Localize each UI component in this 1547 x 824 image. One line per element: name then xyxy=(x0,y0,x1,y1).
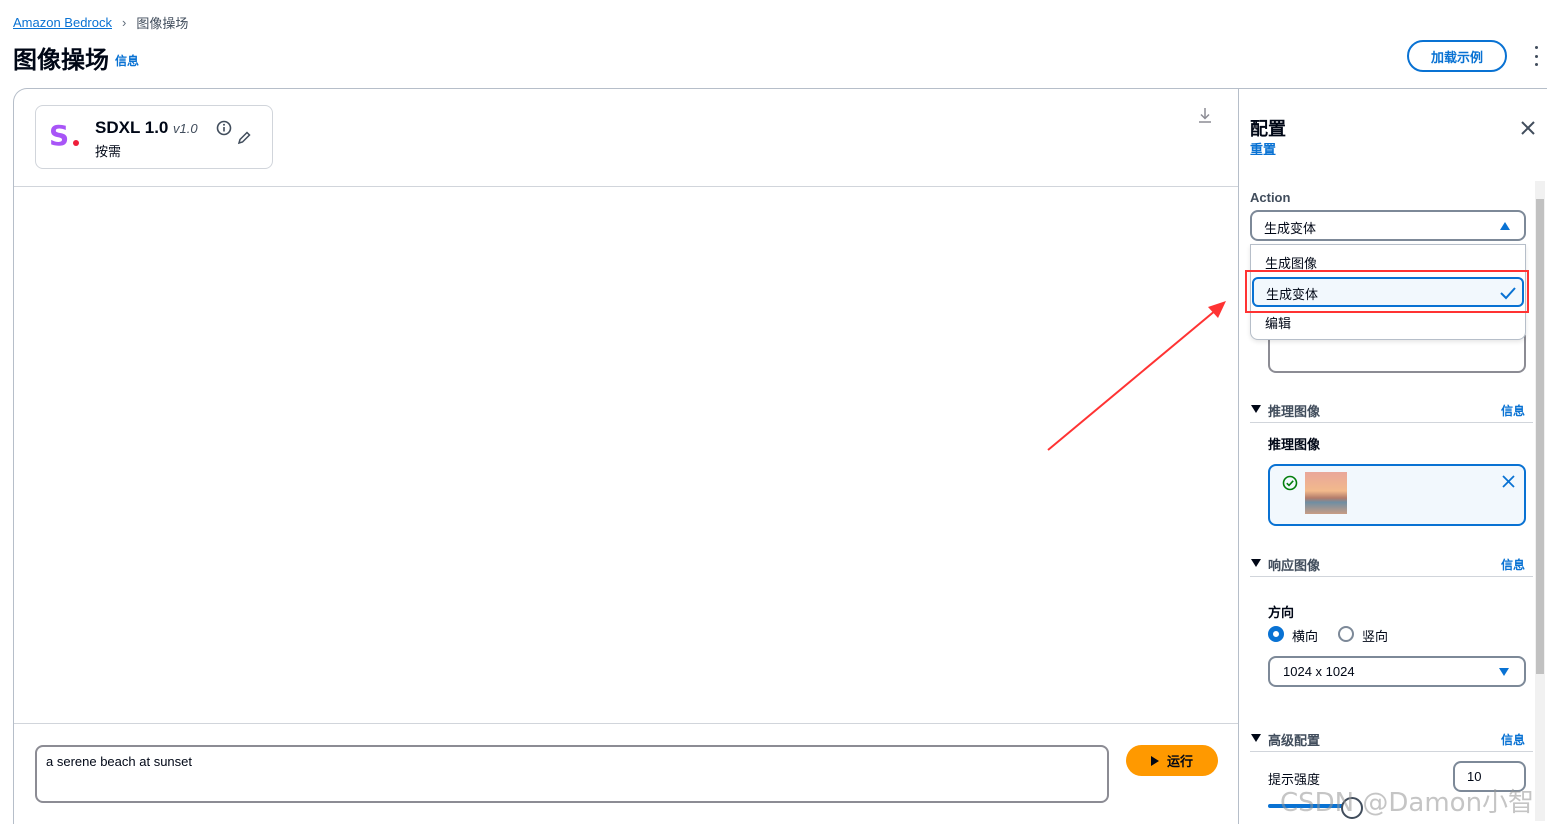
breadcrumb-link-bedrock[interactable]: Amazon Bedrock xyxy=(13,15,112,30)
breadcrumb-chevron-icon: › xyxy=(122,15,127,30)
run-button-label: 运行 xyxy=(1166,754,1193,769)
annotation-arrow xyxy=(1047,301,1226,451)
success-check-icon xyxy=(1282,475,1298,491)
radio-portrait-label: 竖向 xyxy=(1362,629,1389,644)
stability-logo-icon: S xyxy=(49,119,70,152)
inference-image-label: 推理图像 xyxy=(1268,437,1321,452)
config-title: 配置 xyxy=(1250,119,1286,139)
model-card[interactable]: S SDXL 1.0 v1.0 按需 xyxy=(35,105,273,169)
run-button[interactable]: 运行 xyxy=(1126,745,1218,776)
info-link[interactable]: 信息 xyxy=(1501,731,1525,748)
caret-down-icon xyxy=(1499,668,1509,676)
action-selected-value: 生成变体 xyxy=(1264,221,1317,236)
radio-portrait[interactable] xyxy=(1338,626,1354,642)
more-options-icon[interactable] xyxy=(1530,46,1542,66)
model-throughput: 按需 xyxy=(95,144,122,159)
logo-dot xyxy=(73,140,79,146)
image-size-value: 1024 x 1024 xyxy=(1283,664,1355,679)
beach-thumbnail-image xyxy=(1305,472,1347,514)
section-advanced-config[interactable]: 高级配置 信息 xyxy=(1250,728,1533,752)
close-icon[interactable] xyxy=(1520,120,1536,136)
section-response-image[interactable]: 响应图像 信息 xyxy=(1250,553,1533,577)
edit-pencil-icon[interactable] xyxy=(236,130,252,146)
remove-image-icon[interactable] xyxy=(1502,475,1515,488)
page-title: 图像操场 xyxy=(13,47,109,74)
watermark-text: CSDN @Damon小智 xyxy=(1280,788,1535,818)
configuration-panel: 配置 重置 Action 生成变体 生成图像 生成变体 编辑 推理图像 信息 推… xyxy=(1238,88,1547,824)
scrollbar-thumb[interactable] xyxy=(1536,199,1544,674)
breadcrumb-current: 图像操场 xyxy=(136,16,189,31)
play-icon xyxy=(1150,755,1159,766)
page-info-link[interactable]: 信息 xyxy=(115,52,139,69)
radio-landscape[interactable] xyxy=(1268,626,1284,642)
load-examples-button[interactable]: 加载示例 xyxy=(1407,40,1507,72)
caret-up-icon xyxy=(1500,222,1510,230)
caret-down-icon xyxy=(1251,734,1261,742)
inference-image-upload[interactable] xyxy=(1268,464,1526,526)
info-link[interactable]: 信息 xyxy=(1501,402,1525,419)
action-option-edit[interactable]: 编辑 xyxy=(1265,313,1291,332)
download-icon[interactable] xyxy=(1197,106,1213,126)
action-select[interactable]: 生成变体 xyxy=(1250,210,1526,241)
prompt-input[interactable]: a serene beach at sunset xyxy=(35,745,1109,803)
divider xyxy=(14,186,1238,187)
breadcrumb: Amazon Bedrock › 图像操场 xyxy=(13,13,188,32)
model-version: v1.0 xyxy=(173,121,198,136)
info-icon[interactable] xyxy=(216,120,232,136)
annotation-highlight-box xyxy=(1245,270,1529,313)
caret-down-icon xyxy=(1251,559,1261,567)
image-size-select[interactable]: 1024 x 1024 xyxy=(1268,656,1526,687)
caret-down-icon xyxy=(1251,405,1261,413)
config-scrollbar[interactable] xyxy=(1535,181,1545,821)
section-inference-image[interactable]: 推理图像 信息 xyxy=(1250,399,1533,423)
reset-link[interactable]: 重置 xyxy=(1250,139,1276,158)
section-title: 高级配置 xyxy=(1268,733,1321,748)
info-link[interactable]: 信息 xyxy=(1501,556,1525,573)
direction-label: 方向 xyxy=(1268,605,1295,620)
divider xyxy=(14,723,1238,724)
section-title: 推理图像 xyxy=(1268,404,1321,419)
action-label: Action xyxy=(1250,190,1291,205)
radio-landscape-label: 横向 xyxy=(1292,629,1319,644)
section-title: 响应图像 xyxy=(1268,558,1321,573)
model-name: SDXL 1.0 xyxy=(95,118,169,137)
